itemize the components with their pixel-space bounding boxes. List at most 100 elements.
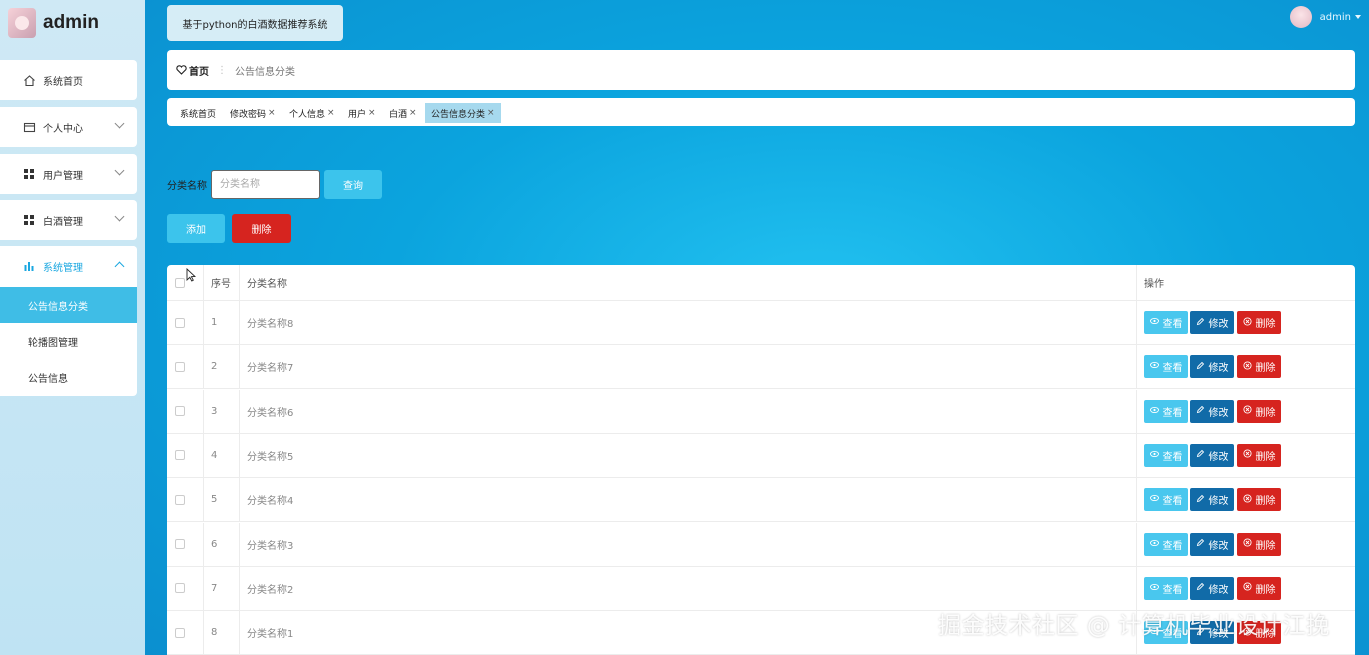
row-checkbox[interactable] xyxy=(175,539,185,549)
pencil-icon xyxy=(1196,361,1209,373)
row-checkbox[interactable] xyxy=(175,450,185,461)
tab-label: 用户 xyxy=(348,109,367,120)
row-delete-button[interactable]: 删除 xyxy=(1237,355,1281,379)
row-index: 2 xyxy=(211,361,218,373)
row-delete-button[interactable]: 删除 xyxy=(1237,311,1281,334)
edit-button[interactable]: 修改 xyxy=(1190,355,1234,379)
view-button[interactable]: 查看 xyxy=(1144,488,1188,512)
close-icon[interactable]: × xyxy=(409,108,417,118)
circle-x-icon xyxy=(1242,316,1256,329)
view-label: 查看 xyxy=(1162,451,1183,463)
row-category-name: 分类名称2 xyxy=(247,584,294,596)
delete-button[interactable]: 删除 xyxy=(232,214,291,243)
sidebar-item-home[interactable]: 系统首页 xyxy=(0,60,137,100)
sidebar-item-users[interactable]: 用户管理 xyxy=(0,154,137,194)
edit-button[interactable]: 修改 xyxy=(1190,443,1234,467)
row-delete-button[interactable]: 删除 xyxy=(1237,532,1281,556)
row-delete-button[interactable]: 删除 xyxy=(1237,399,1281,423)
close-icon[interactable]: × xyxy=(268,108,276,118)
edit-label: 修改 xyxy=(1208,451,1229,463)
table-row: 1 分类名称8 查看 修改 删除 xyxy=(167,301,1355,345)
row-category-name: 分类名称7 xyxy=(247,363,294,375)
edit-button[interactable]: 修改 xyxy=(1190,311,1234,334)
view-label: 查看 xyxy=(1162,540,1183,552)
breadcrumb-home[interactable]: 首页 xyxy=(176,63,209,78)
watermark: 掘金技术社区 @ 计算机毕业设计江挽 xyxy=(938,613,1330,639)
row-index: 6 xyxy=(211,538,218,550)
view-label: 查看 xyxy=(1162,363,1183,375)
tab-users[interactable]: 用户 × xyxy=(342,103,382,123)
row-category-name: 分类名称3 xyxy=(247,540,294,552)
row-delete-button[interactable]: 删除 xyxy=(1237,576,1281,600)
delete-label: 删除 xyxy=(1255,584,1276,596)
category-name-input[interactable] xyxy=(211,170,320,199)
sidebar-item-liquor[interactable]: 白酒管理 xyxy=(0,200,137,240)
breadcrumb-home-label: 首页 xyxy=(189,66,209,78)
row-category-name: 分类名称4 xyxy=(247,496,294,508)
edit-button[interactable]: 修改 xyxy=(1190,399,1234,423)
row-checkbox[interactable] xyxy=(175,317,185,328)
view-button[interactable]: 查看 xyxy=(1144,399,1188,423)
table-row: 5 分类名称4 查看 修改 删除 xyxy=(167,478,1355,523)
chevron-down-icon xyxy=(114,211,125,222)
row-delete-button[interactable]: 删除 xyxy=(1237,488,1281,512)
tab-notice-category[interactable]: 公告信息分类 × xyxy=(425,103,501,123)
delete-label: 删除 xyxy=(1255,451,1276,463)
add-button[interactable]: 添加 xyxy=(167,214,225,243)
row-delete-button[interactable]: 删除 xyxy=(1237,443,1281,467)
table-row: 3 分类名称6 查看 修改 删除 xyxy=(167,389,1355,434)
view-button[interactable]: 查看 xyxy=(1144,576,1188,600)
edit-button[interactable]: 修改 xyxy=(1190,532,1234,556)
edit-button[interactable]: 修改 xyxy=(1190,576,1234,600)
view-label: 查看 xyxy=(1162,584,1183,596)
view-button[interactable]: 查看 xyxy=(1144,311,1188,334)
row-checkbox[interactable] xyxy=(175,361,185,372)
close-icon[interactable]: × xyxy=(327,108,335,118)
breadcrumb-separator: ⋮ xyxy=(217,64,227,76)
sidebar-item-label: 系统管理 xyxy=(43,262,83,274)
edit-button[interactable]: 修改 xyxy=(1190,488,1234,512)
sidebar-subitem-notice-category[interactable]: 公告信息分类 xyxy=(0,287,137,323)
close-icon[interactable]: × xyxy=(368,108,376,118)
sidebar-subitem-carousel[interactable]: 轮播图管理 xyxy=(0,323,137,359)
edit-label: 修改 xyxy=(1208,496,1229,508)
row-checkbox[interactable] xyxy=(175,627,185,638)
row-category-name: 分类名称8 xyxy=(247,319,294,330)
sidebar-item-system[interactable]: 系统管理 xyxy=(0,246,137,286)
delete-label: 删除 xyxy=(1255,496,1276,508)
view-button[interactable]: 查看 xyxy=(1144,532,1188,556)
view-button[interactable]: 查看 xyxy=(1144,355,1188,379)
caret-down-icon xyxy=(1355,15,1361,19)
row-index: 8 xyxy=(211,627,218,639)
tab-label: 公告信息分类 xyxy=(431,109,486,120)
circle-x-icon xyxy=(1242,405,1256,417)
pencil-icon xyxy=(1196,449,1209,461)
tab-home[interactable]: 系统首页 xyxy=(174,103,222,123)
tab-liquor[interactable]: 白酒 × xyxy=(383,103,423,123)
user-menu[interactable]: admin xyxy=(1289,6,1361,28)
table-row: 2 分类名称7 查看 修改 删除 xyxy=(167,345,1355,390)
breadcrumb: 首页 ⋮ 公告信息分类 xyxy=(167,50,1355,90)
query-button[interactable]: 查询 xyxy=(324,170,382,199)
eye-icon xyxy=(1149,317,1163,328)
row-checkbox[interactable] xyxy=(175,406,185,417)
tab-change-password[interactable]: 修改密码 × xyxy=(224,103,282,123)
pencil-icon xyxy=(1196,405,1209,417)
main-content: 基于python的白酒数据推荐系统 admin 首页 ⋮ 公告信息分类 系统首页… xyxy=(145,0,1369,655)
eye-icon xyxy=(1149,494,1163,505)
view-button[interactable]: 查看 xyxy=(1144,443,1188,467)
row-checkbox[interactable] xyxy=(175,583,185,594)
eye-icon xyxy=(1149,583,1163,594)
row-category-name: 分类名称5 xyxy=(247,451,294,463)
pencil-icon xyxy=(1196,582,1209,594)
view-label: 查看 xyxy=(1162,496,1183,508)
row-checkbox[interactable] xyxy=(175,494,185,505)
sidebar-item-profile[interactable]: 个人中心 xyxy=(0,107,137,147)
tab-personal-info[interactable]: 个人信息 × xyxy=(283,103,341,123)
select-all-checkbox[interactable] xyxy=(175,277,185,288)
sidebar-subitem-notice[interactable]: 公告信息 xyxy=(0,359,137,395)
pencil-icon xyxy=(1196,317,1209,329)
delete-label: 删除 xyxy=(1255,540,1276,552)
close-icon[interactable]: × xyxy=(487,108,495,118)
column-header-index: 序号 xyxy=(211,279,231,290)
